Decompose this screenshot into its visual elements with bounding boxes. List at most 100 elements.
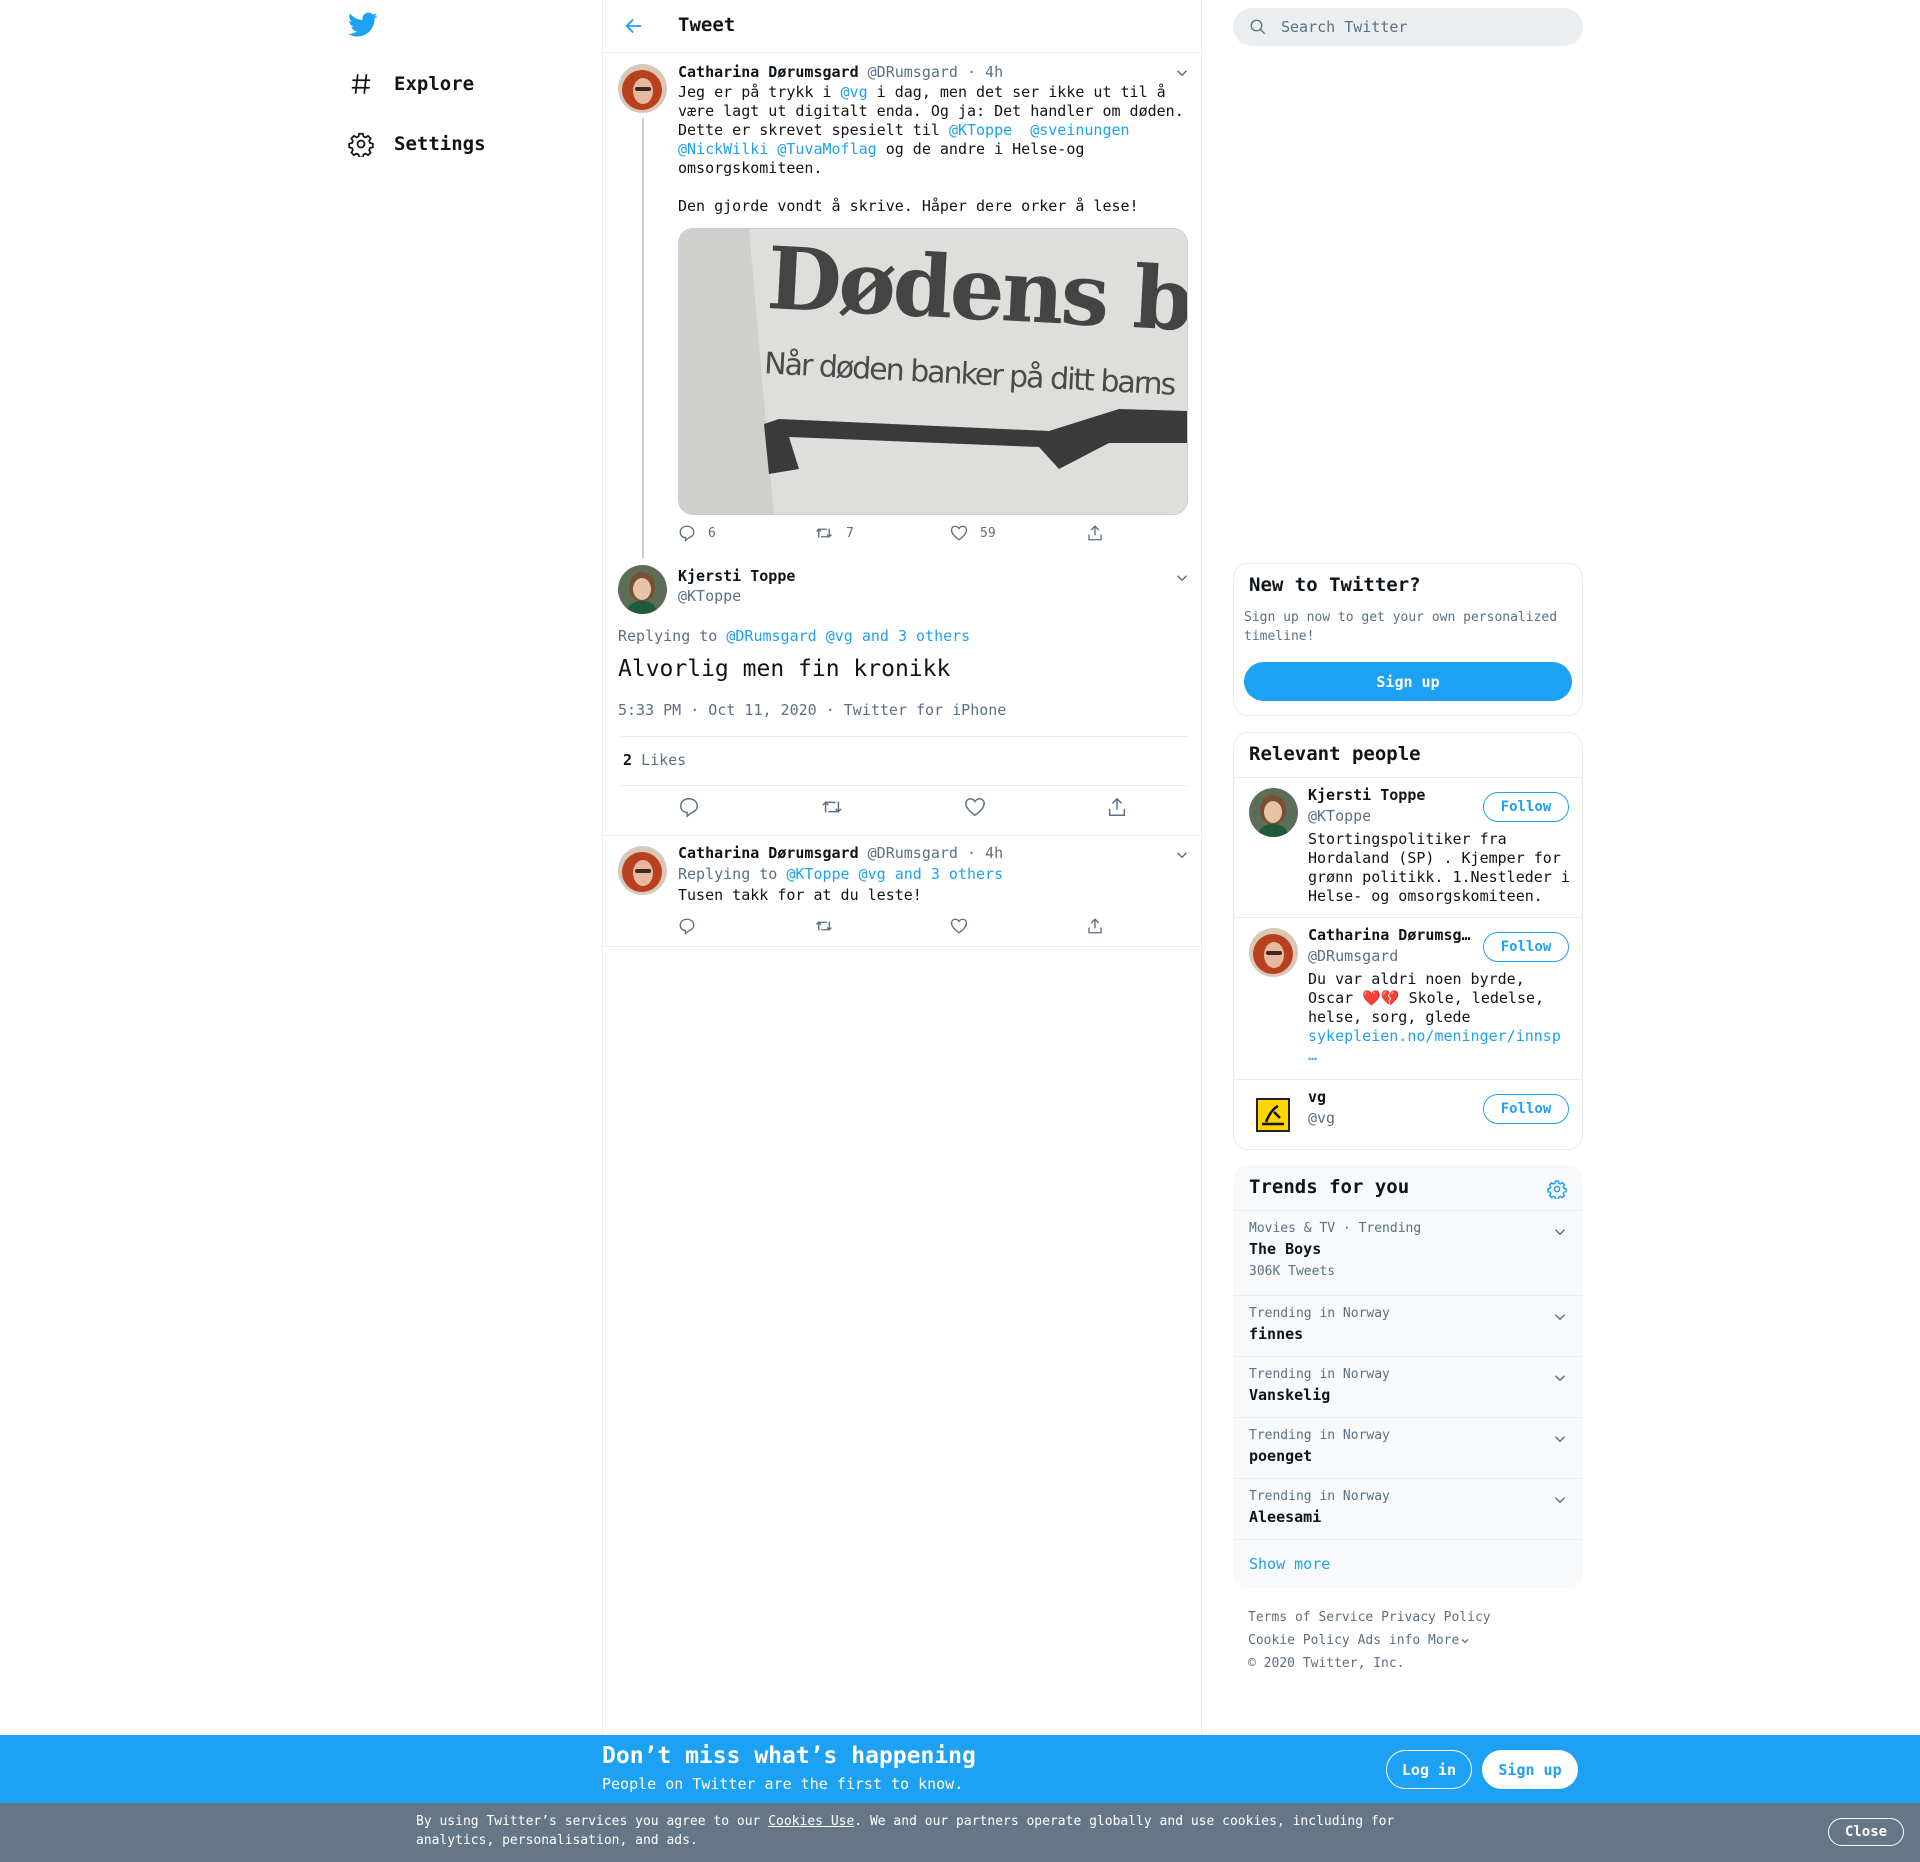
trend-item[interactable]: Trending in Norway Vanskelig: [1234, 1356, 1582, 1417]
footer-link[interactable]: Terms of Service: [1248, 1610, 1373, 1625]
footer-link[interactable]: Ads info: [1358, 1629, 1421, 1652]
likes-label: Likes: [641, 751, 687, 769]
tweet-time[interactable]: · 4h: [967, 63, 1003, 81]
timestamp-link[interactable]: 5:33 PM · Oct 11, 2020: [618, 701, 817, 719]
chevron-down-icon[interactable]: [1551, 1430, 1569, 1448]
follow-button[interactable]: Follow: [1483, 932, 1569, 962]
tweet-image[interactable]: Dødens b Når døden banker på ditt barns: [678, 228, 1188, 515]
share-icon: [1088, 525, 1102, 541]
author-name[interactable]: Kjersti Toppe: [678, 567, 795, 585]
footer: Terms of Service Privacy Policy Cookie P…: [1248, 1606, 1578, 1675]
chevron-down-icon[interactable]: [1459, 1635, 1471, 1647]
mention-link[interactable]: @TuvaMoflag: [777, 140, 876, 158]
person-handle[interactable]: @KToppe: [1308, 807, 1371, 825]
sign-up-button[interactable]: Sign up: [1244, 662, 1572, 701]
tweet-header: Catharina Dørumsgard @DRumsgard · 4h: [678, 63, 1003, 81]
search-bar[interactable]: [1233, 8, 1583, 46]
author-handle[interactable]: @KToppe: [678, 587, 795, 605]
footer-link[interactable]: Privacy Policy: [1381, 1610, 1491, 1625]
retweet-icon[interactable]: [820, 796, 844, 818]
person-name[interactable]: Kjersti Toppe: [1308, 786, 1425, 804]
mention-link[interactable]: @sveinungen: [1030, 121, 1129, 139]
person-item[interactable]: Kjersti Toppe @KToppe Follow Stortingspo…: [1234, 777, 1582, 917]
retweet-button[interactable]: 7: [814, 524, 950, 542]
share-button[interactable]: [1086, 917, 1222, 935]
show-more-link[interactable]: Show more: [1234, 1539, 1582, 1587]
chevron-down-icon[interactable]: [1551, 1308, 1569, 1326]
replying-to-link[interactable]: @DRumsgard @vg and 3 others: [726, 627, 970, 645]
footer-link[interactable]: Cookie Policy: [1248, 1629, 1350, 1652]
vg-logo-icon[interactable]: [1256, 1098, 1290, 1132]
author-name[interactable]: Catharina Dørumsgard: [678, 844, 859, 862]
chevron-down-icon[interactable]: [1551, 1223, 1569, 1241]
reply-tweet[interactable]: Catharina Dørumsgard @DRumsgard · 4h Rep…: [603, 836, 1201, 947]
person-handle[interactable]: @vg: [1308, 1109, 1335, 1127]
person-item[interactable]: Catharina Dørumsg… @DRumsgard Follow Du …: [1234, 917, 1582, 1079]
person-item[interactable]: vg @vg Follow: [1234, 1079, 1582, 1149]
like-button[interactable]: 59: [950, 524, 1086, 542]
replying-to-link[interactable]: @KToppe @vg and 3 others: [786, 865, 1003, 883]
avatar[interactable]: [1249, 928, 1298, 977]
source-link[interactable]: Twitter for iPhone: [844, 701, 1007, 719]
chevron-down-icon[interactable]: [1173, 64, 1191, 82]
nav-explore[interactable]: Explore: [348, 62, 474, 106]
retweet-button[interactable]: [814, 917, 950, 935]
share-icon: [1088, 918, 1102, 934]
reply-icon: [679, 525, 695, 542]
twitter-logo-icon[interactable]: [348, 12, 378, 38]
trend-name: Vanskelig: [1249, 1386, 1331, 1404]
person-name[interactable]: vg: [1308, 1088, 1326, 1106]
trend-item[interactable]: Trending in Norway poenget: [1234, 1417, 1582, 1478]
thread-line: [642, 118, 644, 558]
tweet-timestamp: 5:33 PM · Oct 11, 2020 · Twitter for iPh…: [618, 701, 1007, 719]
footer-link[interactable]: More: [1428, 1629, 1459, 1652]
gear-icon: [348, 132, 374, 157]
trend-item[interactable]: Trending in Norway Aleesami: [1234, 1478, 1582, 1539]
close-button[interactable]: Close: [1828, 1818, 1904, 1846]
thread-parent-tweet[interactable]: Catharina Dørumsgard @DRumsgard · 4h Jeg…: [603, 54, 1201, 560]
search-input[interactable]: [1281, 18, 1561, 36]
mention-link[interactable]: @NickWilki: [678, 140, 768, 158]
back-arrow-icon[interactable]: [623, 15, 645, 37]
new-to-twitter-card: New to Twitter? Sign up now to get your …: [1233, 563, 1583, 716]
share-button[interactable]: [1086, 524, 1222, 542]
author-handle[interactable]: @DRumsgard: [868, 844, 958, 862]
chevron-down-icon[interactable]: [1173, 846, 1191, 864]
sign-up-button[interactable]: Sign up: [1482, 1750, 1578, 1789]
avatar[interactable]: [618, 565, 667, 614]
person-name[interactable]: Catharina Dørumsg…: [1308, 926, 1471, 944]
heart-icon[interactable]: [964, 796, 986, 818]
avatar[interactable]: [1249, 788, 1298, 837]
follow-button[interactable]: Follow: [1483, 1094, 1569, 1124]
bio-link[interactable]: sykepleien.no/meninger/innsp: [1308, 1027, 1561, 1045]
reply-icon[interactable]: [678, 796, 700, 818]
nav-settings[interactable]: Settings: [348, 122, 486, 166]
retweet-icon: [816, 528, 832, 538]
gear-icon[interactable]: [1547, 1179, 1567, 1199]
reply-button[interactable]: [678, 917, 814, 935]
trend-item[interactable]: Trending in Norway finnes: [1234, 1295, 1582, 1356]
mention-link[interactable]: @KToppe: [949, 121, 1012, 139]
trend-name: finnes: [1249, 1325, 1304, 1343]
avatar[interactable]: [618, 64, 667, 113]
chevron-down-icon[interactable]: [1173, 569, 1191, 587]
mention-link[interactable]: @vg: [841, 83, 868, 101]
chevron-down-icon[interactable]: [1551, 1369, 1569, 1387]
log-in-button[interactable]: Log in: [1386, 1750, 1472, 1789]
author-name[interactable]: Catharina Dørumsgard: [678, 63, 859, 81]
avatar[interactable]: [618, 846, 667, 895]
follow-button[interactable]: Follow: [1483, 792, 1569, 822]
cookies-use-link[interactable]: Cookies Use: [768, 1814, 854, 1829]
tweet-time[interactable]: · 4h: [967, 844, 1003, 862]
reply-count: 6: [708, 525, 716, 541]
share-icon[interactable]: [1106, 796, 1128, 818]
author-handle[interactable]: @DRumsgard: [868, 63, 958, 81]
trend-meta: Trending in Norway: [1249, 1489, 1390, 1504]
trend-item[interactable]: Movies & TV · Trending The Boys 306K Twe…: [1234, 1210, 1582, 1295]
reply-button[interactable]: 6: [678, 524, 814, 542]
person-handle[interactable]: @DRumsgard: [1308, 947, 1398, 965]
search-icon: [1250, 19, 1266, 35]
chevron-down-icon[interactable]: [1551, 1491, 1569, 1509]
like-button[interactable]: [950, 917, 1086, 935]
likes-row[interactable]: 2 Likes: [618, 736, 1188, 786]
